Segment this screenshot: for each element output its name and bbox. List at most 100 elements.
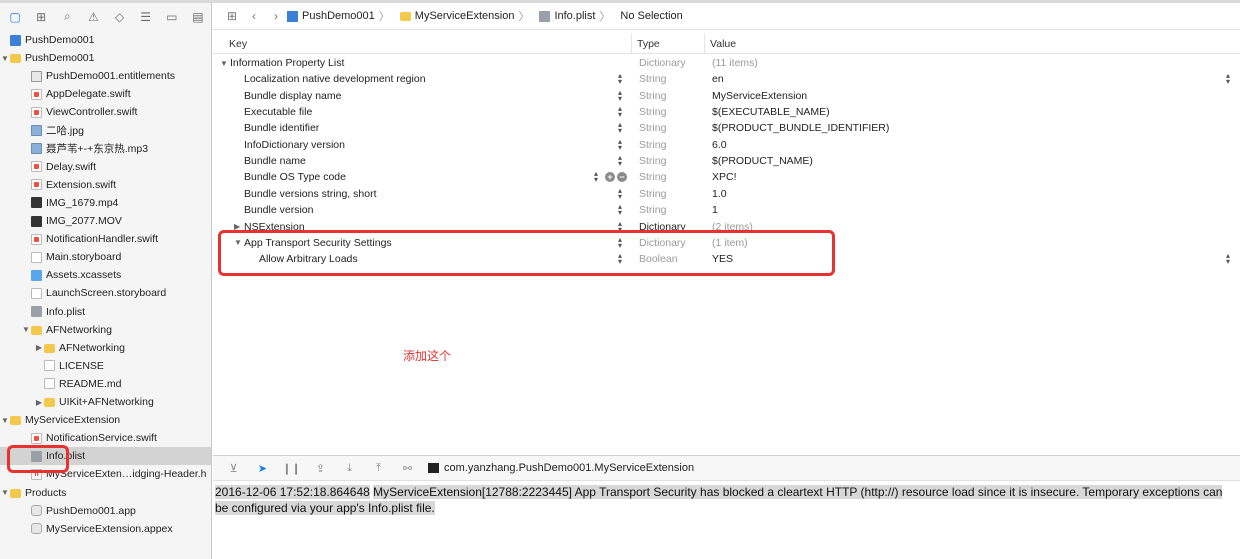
plist-value[interactable]: $(PRODUCT_NAME) [712, 155, 813, 167]
breadcrumb-project[interactable]: PushDemo001 〉 [287, 8, 394, 24]
debug-navigator-icon[interactable]: ☰ [133, 6, 159, 28]
disclosure-open-icon[interactable]: ▼ [220, 59, 228, 68]
plist-key[interactable]: Bundle identifier [244, 122, 319, 134]
plist-value[interactable]: XPC! [712, 171, 737, 183]
value-popup-icon[interactable]: ▴ ▾ [1226, 252, 1230, 266]
file-tree-item[interactable]: PushDemo001 [0, 31, 211, 49]
hide-debug-area-icon[interactable]: ⊻ [219, 462, 248, 475]
plist-row[interactable]: Localization native development region ▴ ▾… [213, 71, 1240, 87]
key-stepper-icon[interactable]: ▴ ▾ [618, 72, 622, 86]
plist-type[interactable]: String [639, 122, 666, 134]
plist-key[interactable]: Bundle version [244, 204, 313, 216]
plist-value[interactable]: MyServiceExtension [712, 90, 807, 102]
breadcrumb-folder[interactable]: MyServiceExtension 〉 [399, 8, 534, 24]
plist-row[interactable]: Bundle identifier ▴ ▾ String $(PRODUCT_BUNDL… [213, 120, 1240, 136]
forward-arrow-icon[interactable]: › [265, 9, 287, 23]
plist-row[interactable]: InfoDictionary version ▴ ▾ String 6.0 [213, 137, 1240, 153]
disclosure-open-icon[interactable]: ▼ [21, 325, 31, 334]
project-navigator-icon[interactable]: ▢ [2, 6, 28, 28]
key-stepper-icon[interactable]: ▴ ▾ [618, 154, 622, 168]
file-tree-item[interactable]: LICENSE [0, 357, 211, 375]
remove-item-icon[interactable]: − [617, 172, 627, 183]
file-tree-item[interactable]: NotificationHandler.swift [0, 230, 211, 248]
report-navigator-icon[interactable]: ▤ [185, 6, 211, 28]
disclosure-open-icon[interactable]: ▼ [0, 54, 10, 63]
column-header-value[interactable]: Value [710, 38, 736, 50]
view-hierarchy-icon[interactable]: ⚯ [393, 462, 422, 475]
plist-type[interactable]: String [639, 188, 666, 200]
disclosure-closed-icon[interactable]: ▶ [34, 398, 44, 407]
file-tree-item[interactable]: AppDelegate.swift [0, 85, 211, 103]
file-tree-item[interactable]: PushDemo001.app [0, 502, 211, 520]
file-tree-item[interactable]: LaunchScreen.storyboard [0, 284, 211, 302]
disclosure-open-icon[interactable]: ▼ [0, 416, 10, 425]
plist-type[interactable]: String [639, 106, 666, 118]
breakpoints-toggle-icon[interactable]: ➤ [248, 462, 277, 475]
key-stepper-icon[interactable]: ▴ ▾ [618, 105, 622, 119]
plist-value[interactable]: 6.0 [712, 139, 727, 151]
file-tree-item[interactable]: IMG_2077.MOV [0, 212, 211, 230]
step-into-icon[interactable]: ⤓ [335, 462, 364, 475]
plist-type[interactable]: String [639, 90, 666, 102]
related-items-icon[interactable]: ⊞ [221, 9, 243, 23]
file-tree-item[interactable]: ViewController.swift [0, 103, 211, 121]
key-stepper-icon[interactable]: ▴ ▾ [618, 203, 622, 217]
find-navigator-icon[interactable]: ⌕ [54, 6, 80, 28]
column-header-type[interactable]: Type [637, 38, 660, 50]
plist-key[interactable]: Localization native development region [244, 73, 426, 85]
file-tree-item[interactable]: Assets.xcassets [0, 266, 211, 284]
test-navigator-icon[interactable]: ◇ [107, 6, 133, 28]
plist-key[interactable]: Bundle versions string, short [244, 188, 376, 200]
step-out-icon[interactable]: ⤒ [364, 462, 393, 475]
key-stepper-icon[interactable]: ▴ ▾ [618, 121, 622, 135]
file-tree-item[interactable]: MyServiceExtension.appex [0, 520, 211, 538]
symbol-navigator-icon[interactable]: ⊞ [28, 6, 54, 28]
plist-value[interactable]: $(EXECUTABLE_NAME) [712, 106, 830, 118]
add-item-icon[interactable]: + [605, 172, 615, 183]
disclosure-open-icon[interactable]: ▼ [0, 488, 10, 497]
key-stepper-icon[interactable]: ▴ ▾ [618, 88, 622, 102]
column-divider[interactable] [704, 34, 705, 54]
plist-key[interactable]: Information Property List [230, 57, 344, 69]
plist-row[interactable]: Bundle name ▴ ▾ String $(PRODUCT_NAME) [213, 153, 1240, 169]
key-stepper-icon[interactable]: ▴ ▾ [618, 137, 622, 151]
plist-row[interactable]: Bundle versions string, short ▴ ▾ String 1.0 [213, 186, 1240, 202]
column-header-key[interactable]: Key [229, 38, 247, 50]
breakpoint-navigator-icon[interactable]: ▭ [159, 6, 185, 28]
value-popup-icon[interactable]: ▴ ▾ [1226, 72, 1230, 86]
plist-row[interactable]: Bundle OS Type code ▴ ▾ + − String XPC! [213, 169, 1240, 185]
file-tree-item[interactable]: Delay.swift [0, 158, 211, 176]
pause-icon[interactable]: ❙❙ [277, 462, 306, 475]
file-tree-item[interactable]: Main.storyboard [0, 248, 211, 266]
column-divider[interactable] [631, 34, 632, 54]
plist-value[interactable]: 1.0 [712, 188, 727, 200]
plist-type[interactable]: Dictionary [639, 57, 686, 69]
plist-value[interactable]: (11 items) [712, 57, 758, 69]
plist-row[interactable]: ▼ Information Property List Dictionary (11 … [213, 55, 1240, 71]
console-output[interactable]: 2016-12-06 17:52:18.864648 MyServiceExte… [215, 484, 1237, 516]
file-tree-item[interactable]: ▶ AFNetworking [0, 339, 211, 357]
file-tree-item[interactable]: PushDemo001.entitlements [0, 67, 211, 85]
plist-row[interactable]: Bundle display name ▴ ▾ String MyServiceExte… [213, 88, 1240, 104]
file-tree-item[interactable]: ▶ UIKit+AFNetworking [0, 393, 211, 411]
plist-type[interactable]: String [639, 155, 666, 167]
plist-type[interactable]: String [639, 171, 666, 183]
file-tree-item[interactable]: ▼ MyServiceExtension [0, 411, 211, 429]
file-tree-item[interactable]: Extension.swift [0, 176, 211, 194]
plist-key[interactable]: Bundle name [244, 155, 306, 167]
plist-type[interactable]: String [639, 139, 666, 151]
plist-value[interactable]: $(PRODUCT_BUNDLE_IDENTIFIER) [712, 122, 889, 134]
plist-row[interactable]: Bundle version ▴ ▾ String 1 [213, 202, 1240, 218]
debug-scheme-label[interactable]: com.yanzhang.PushDemo001.MyServiceExtens… [444, 462, 694, 474]
file-tree-item[interactable]: README.md [0, 375, 211, 393]
breadcrumb-selection[interactable]: No Selection [620, 10, 682, 22]
issue-navigator-icon[interactable]: ⚠ [80, 6, 106, 28]
plist-row[interactable]: Executable file ▴ ▾ String $(EXECUTABLE_NAME… [213, 104, 1240, 120]
breadcrumb-file[interactable]: Info.plist 〉 [539, 8, 614, 24]
file-tree-item[interactable]: IMG_1679.mp4 [0, 194, 211, 212]
file-tree-item[interactable]: ▼ Products [0, 484, 211, 502]
file-tree-item[interactable]: 二哈.jpg [0, 122, 211, 140]
plist-key[interactable]: Executable file [244, 106, 312, 118]
plist-key[interactable]: Bundle OS Type code [244, 171, 346, 183]
plist-value[interactable]: 1 [712, 204, 718, 216]
